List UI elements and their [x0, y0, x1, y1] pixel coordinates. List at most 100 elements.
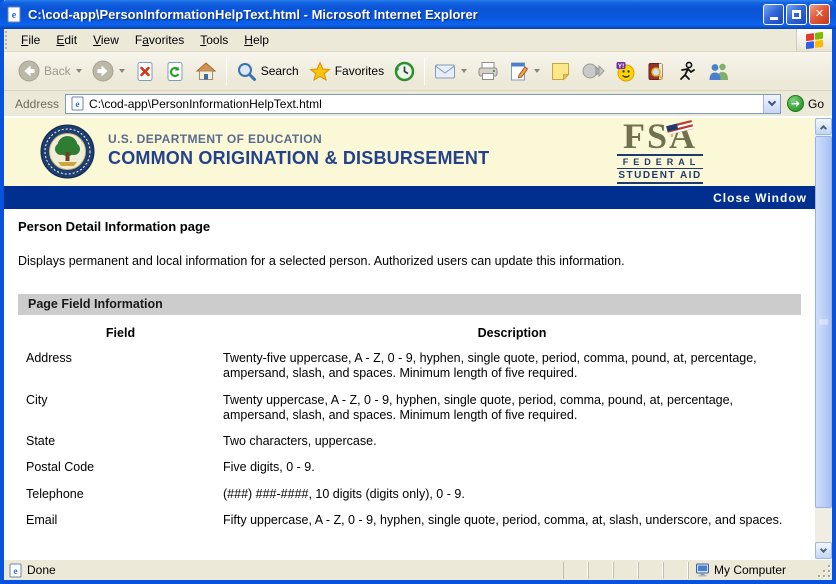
- zone-text: My Computer: [714, 563, 787, 577]
- scroll-up-button[interactable]: [815, 118, 832, 135]
- search-icon: [237, 62, 256, 81]
- edit-dropdown-icon[interactable]: [534, 69, 541, 73]
- fsa-student-aid: STUDENT AID: [617, 168, 703, 185]
- table-row: State Two characters, uppercase.: [18, 434, 801, 449]
- search-button[interactable]: Search: [231, 55, 304, 87]
- menu-item-view[interactable]: View: [85, 30, 127, 50]
- forward-button[interactable]: [87, 55, 130, 87]
- status-panel: [563, 561, 588, 579]
- menu-item-tools[interactable]: Tools: [192, 30, 236, 50]
- field-name: Email: [26, 512, 58, 527]
- help-page-body: Person Detail Information page Displays …: [4, 209, 815, 559]
- mail-dropdown-icon[interactable]: [461, 69, 468, 73]
- notes-icon: [552, 62, 570, 81]
- aim-button[interactable]: [672, 55, 702, 87]
- address-field[interactable]: e C:\cod-app\PersonInformationHelpText.h…: [65, 93, 781, 114]
- scroll-down-button[interactable]: [815, 542, 832, 559]
- mail-icon: [435, 64, 456, 79]
- yahoo-messenger-icon: Y!: [616, 61, 635, 81]
- field-column-header: Field: [105, 326, 136, 340]
- maximize-button[interactable]: [786, 4, 807, 25]
- notes-button[interactable]: [545, 55, 576, 87]
- print-button[interactable]: [472, 55, 504, 87]
- svg-text:e: e: [12, 10, 17, 21]
- ie-document-icon: e: [7, 6, 21, 23]
- address-bar: Address e C:\cod-app\PersonInformationHe…: [4, 91, 832, 117]
- scrollbar-grip: [819, 319, 828, 326]
- field-name: State: [26, 434, 56, 448]
- browser-viewport: U.S. DEPARTMENT OF EDUCATION COMMON ORIG…: [4, 117, 832, 559]
- menu-item-favorites[interactable]: Favorites: [127, 30, 192, 50]
- page-title: Person Detail Information page: [18, 219, 211, 234]
- table-header-row: Field Description: [18, 326, 801, 340]
- page-nav-bar: Close Window: [4, 186, 815, 209]
- field-description: Twenty uppercase, A - Z, 0 - 9, hyphen, …: [223, 392, 734, 422]
- menu-grip[interactable]: [5, 31, 12, 49]
- field-name: Telephone: [26, 486, 84, 501]
- standard-toolbar: Back Search Favorites Y!: [4, 52, 832, 91]
- status-panel: [638, 561, 663, 579]
- fsa-logo: FSA FEDERAL STUDENT AID: [617, 118, 703, 185]
- agency-name: U.S. DEPARTMENT OF EDUCATION: [108, 132, 323, 146]
- close-button[interactable]: ✕: [809, 4, 830, 25]
- menu-item-help[interactable]: Help: [236, 30, 277, 50]
- field-name: City: [26, 392, 48, 407]
- title-bar: e C:\cod-app\PersonInformationHelpText.h…: [0, 0, 836, 29]
- toolbar-separator: [225, 57, 227, 85]
- field-description: Twenty-five uppercase, A - Z, 0 - 9, hyp…: [223, 351, 757, 381]
- stop-icon: [137, 61, 153, 81]
- print-icon: [478, 62, 498, 80]
- msn-messenger-icon: [709, 63, 729, 80]
- back-dropdown-icon[interactable]: [75, 69, 82, 73]
- field-description: Five digits, 0 - 9.: [223, 460, 315, 475]
- refresh-button[interactable]: [160, 55, 190, 87]
- go-button[interactable]: ➜ Go: [781, 93, 830, 114]
- menu-bar: File Edit View Favorites Tools Help: [4, 29, 832, 52]
- back-button[interactable]: Back: [13, 55, 87, 87]
- svg-text:e: e: [76, 99, 80, 109]
- menu-item-edit[interactable]: Edit: [48, 30, 85, 50]
- windows-brand-panel: [796, 29, 832, 51]
- address-input[interactable]: C:\cod-app\PersonInformationHelpText.htm…: [89, 97, 763, 111]
- my-computer-icon: [696, 563, 709, 577]
- description-column-header: Description: [477, 326, 547, 340]
- address-label: Address: [15, 96, 60, 111]
- status-bar: e Done My Computer: [4, 559, 832, 580]
- table-row: Email Fifty uppercase, A - Z, 0 - 9, hyp…: [18, 513, 801, 528]
- forward-dropdown-icon[interactable]: [118, 69, 125, 73]
- dept-of-education-seal: [40, 124, 95, 179]
- app-name: COMMON ORIGINATION & DISBURSEMENT: [108, 148, 490, 168]
- menu-bar-items: File Edit View Favorites Tools Help: [13, 29, 796, 51]
- history-icon: [394, 61, 415, 81]
- scrollbar-thumb[interactable]: [815, 136, 832, 508]
- vertical-scrollbar[interactable]: [815, 118, 832, 559]
- address-dropdown-button[interactable]: [762, 94, 780, 113]
- field-description: Fifty uppercase, A - Z, 0 - 9, hyphen, s…: [223, 512, 783, 527]
- stop-button[interactable]: [130, 55, 160, 87]
- back-icon: [18, 60, 40, 82]
- mail-button[interactable]: [429, 55, 472, 87]
- history-button[interactable]: [389, 55, 420, 87]
- fsa-grad-cap-icon: [666, 120, 694, 137]
- section-header: Page Field Information: [18, 294, 801, 315]
- status-message-panel: e Done: [4, 563, 563, 578]
- back-label: Back: [44, 64, 71, 78]
- minimize-button[interactable]: [763, 4, 784, 25]
- yahoo-messenger-button[interactable]: Y!: [610, 55, 641, 87]
- research-button[interactable]: [641, 55, 672, 87]
- table-row: Address Twenty-five uppercase, A - Z, 0 …: [18, 351, 801, 382]
- home-button[interactable]: [190, 55, 222, 87]
- resize-grip[interactable]: [818, 562, 832, 579]
- page-content: U.S. DEPARTMENT OF EDUCATION COMMON ORIG…: [4, 118, 815, 559]
- favorites-label: Favorites: [334, 64, 385, 78]
- edit-button[interactable]: [504, 55, 545, 87]
- discuss-button[interactable]: [576, 55, 610, 87]
- msn-messenger-button[interactable]: [702, 55, 736, 87]
- chevron-down-icon: [767, 97, 777, 107]
- cod-banner: U.S. DEPARTMENT OF EDUCATION COMMON ORIG…: [4, 118, 815, 186]
- menu-item-file[interactable]: File: [13, 30, 48, 50]
- favorites-button[interactable]: Favorites: [304, 55, 389, 87]
- ie-status-icon: e: [9, 563, 22, 577]
- close-window-link[interactable]: Close Window: [713, 191, 807, 205]
- field-description: Two characters, uppercase.: [223, 434, 377, 448]
